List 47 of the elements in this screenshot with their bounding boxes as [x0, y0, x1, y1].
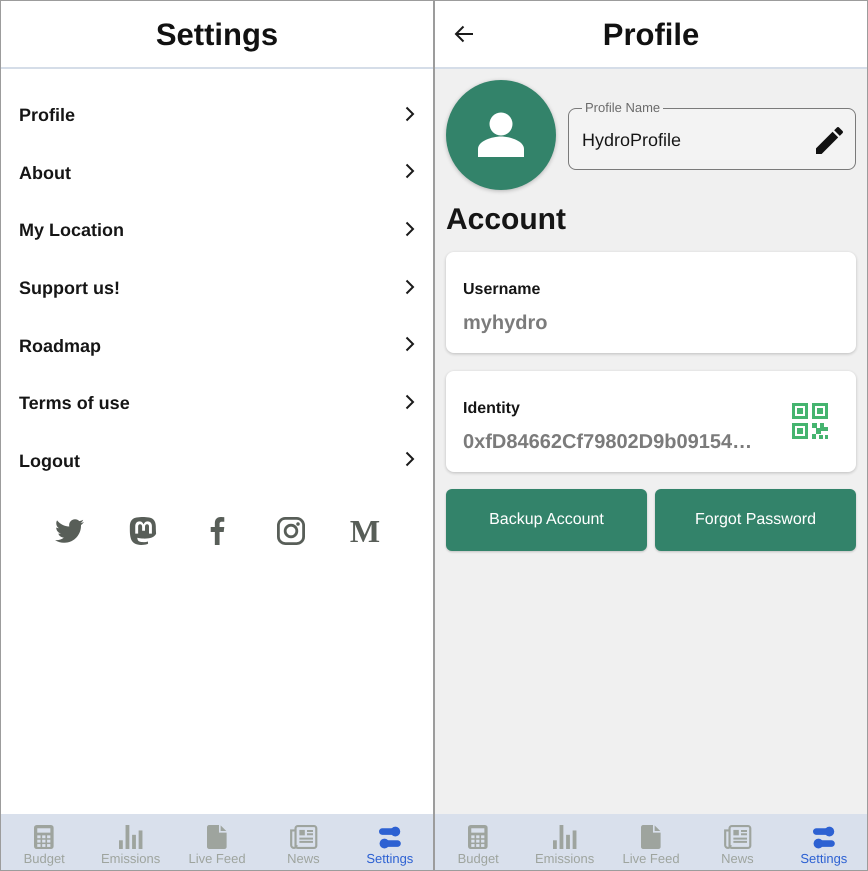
menu-item[interactable]: Terms of use	[1, 374, 433, 433]
avatar-icon	[446, 80, 556, 190]
field-value: HydroProfile	[582, 130, 682, 150]
serif-m-link[interactable]: M	[350, 516, 380, 546]
chevron-right-icon	[405, 278, 415, 295]
chevron-right-icon	[405, 220, 415, 237]
rounded-camera-icon[interactable]	[277, 517, 305, 546]
chevron-right-icon	[405, 336, 415, 352]
qr-code-icon[interactable]	[792, 402, 828, 438]
chevron-right-icon	[405, 394, 415, 410]
back-arrow-icon[interactable]	[454, 25, 474, 43]
chevron-right-icon	[405, 163, 415, 180]
card-label: Username	[463, 280, 542, 300]
document-icon	[207, 825, 227, 849]
action-button[interactable]: Backup Account	[446, 489, 647, 551]
newspaper-icon	[289, 825, 318, 849]
screen-title: Profile	[602, 16, 700, 53]
nav-tab[interactable]: Settings	[780, 814, 867, 870]
card-value: myhydro	[463, 311, 548, 335]
calculator-icon	[34, 825, 54, 849]
card-label: Identity	[463, 399, 521, 419]
bar-chart-icon	[552, 825, 577, 849]
menu-item[interactable]: About	[1, 144, 433, 202]
chevron-right-icon	[405, 451, 415, 468]
nav-tab[interactable]: Settings	[346, 814, 433, 870]
bar-chart-icon	[118, 825, 143, 849]
card-value: 0xfD84662Cf79802D9b09154…	[463, 430, 752, 454]
toggle-switches-icon	[378, 825, 401, 849]
menu-item[interactable]: Roadmap	[1, 317, 433, 375]
screen-title: Settings	[156, 16, 278, 53]
field-label: Profile Name	[584, 101, 662, 115]
menu-item[interactable]: Profile	[1, 87, 433, 145]
section-heading: Account	[446, 202, 567, 238]
menu-item[interactable]: My Location	[1, 202, 433, 260]
menu-item[interactable]: Logout	[1, 432, 433, 490]
bird-icon[interactable]	[54, 519, 84, 544]
chevron-right-icon	[405, 106, 415, 122]
pencil-icon[interactable]	[816, 126, 843, 154]
calculator-icon	[468, 825, 488, 849]
f-logo-icon[interactable]	[210, 517, 224, 546]
toggle-switches-icon	[812, 825, 835, 849]
profile-name-field[interactable]: Profile Name HydroProfile	[568, 101, 856, 170]
menu-item[interactable]: Support us!	[1, 260, 433, 318]
speech-bubble-icon[interactable]	[129, 517, 157, 546]
document-icon	[641, 825, 661, 849]
newspaper-icon	[723, 825, 752, 849]
action-button[interactable]: Forgot Password	[655, 489, 856, 551]
